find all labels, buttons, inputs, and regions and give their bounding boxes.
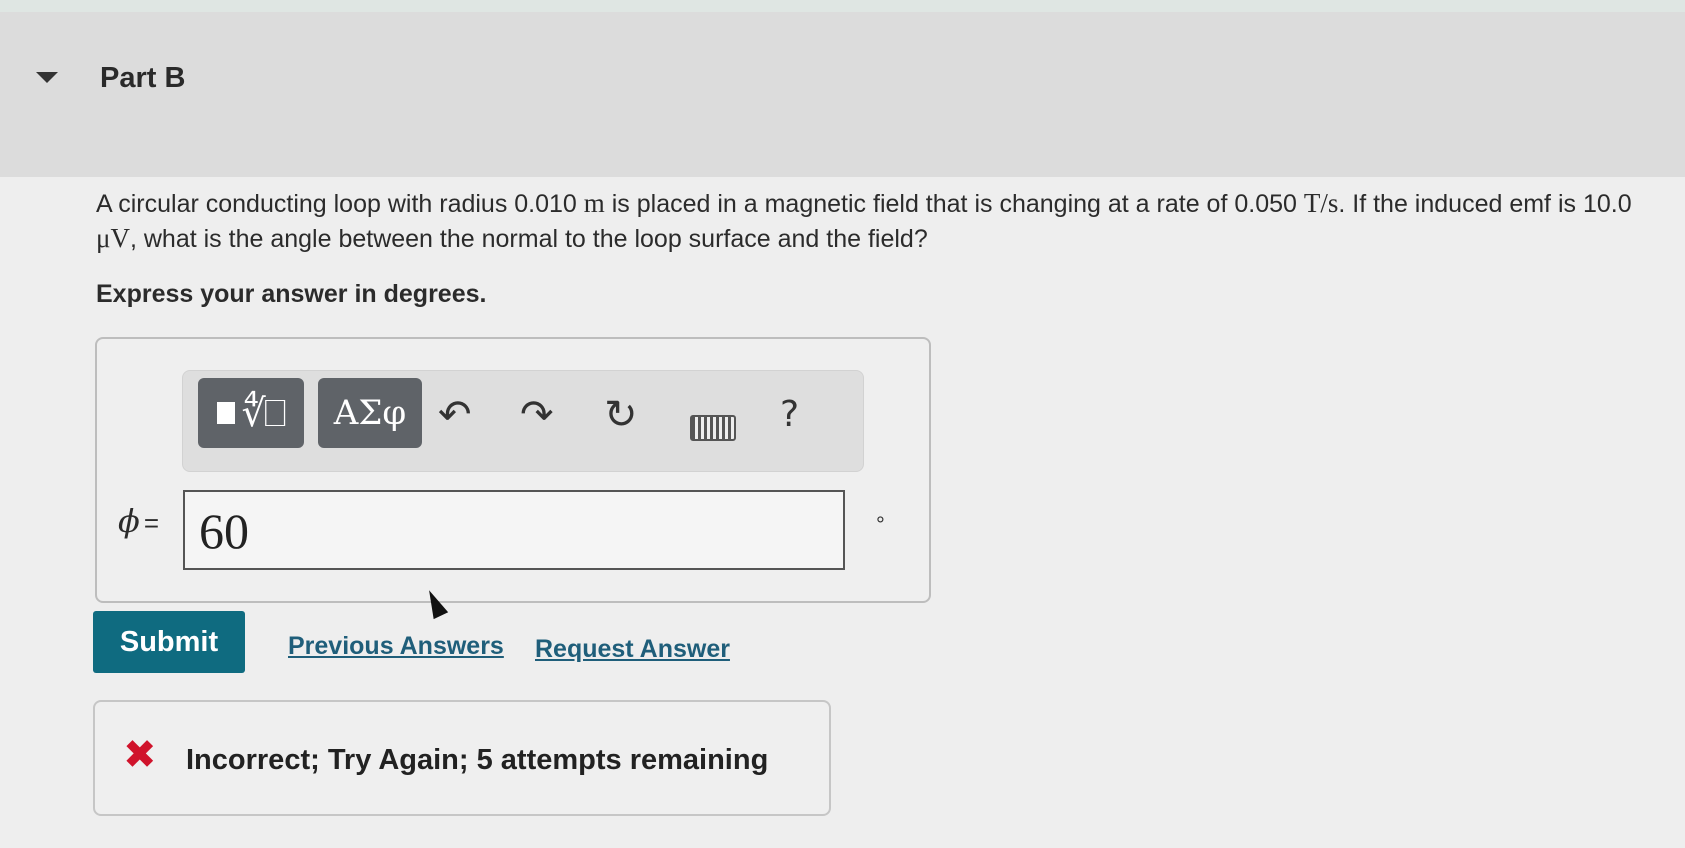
undo-icon[interactable]: ↶ bbox=[438, 395, 472, 435]
radical-template-icon: ∜⎕ bbox=[241, 390, 286, 435]
part-header bbox=[0, 12, 1685, 177]
answer-variable-label: ϕ = bbox=[118, 502, 159, 540]
degree-unit: ° bbox=[876, 512, 885, 537]
answer-instruction: Express your answer in degrees. bbox=[96, 280, 487, 308]
incorrect-x-icon: ✖ bbox=[123, 733, 157, 777]
request-answer-link[interactable]: Request Answer bbox=[535, 635, 730, 664]
collapse-caret-icon[interactable] bbox=[36, 72, 58, 83]
previous-answers-link[interactable]: Previous Answers bbox=[288, 632, 504, 661]
feedback-text: Incorrect; Try Again; 5 attempts remaini… bbox=[186, 744, 769, 776]
templates-button[interactable]: ∜⎕ bbox=[198, 378, 304, 448]
top-band bbox=[0, 0, 1685, 12]
reset-icon[interactable]: ↻ bbox=[604, 395, 638, 435]
submit-button[interactable]: Submit bbox=[93, 611, 245, 673]
part-title: Part B bbox=[100, 62, 186, 94]
placeholder-square-icon bbox=[217, 402, 236, 424]
help-button[interactable]: ? bbox=[780, 395, 799, 435]
question-text: A circular conducting loop with radius 0… bbox=[96, 188, 1632, 253]
greek-symbols-button[interactable]: ΑΣφ bbox=[318, 378, 422, 448]
redo-icon[interactable]: ↷ bbox=[520, 395, 554, 435]
answer-input[interactable]: 60 bbox=[183, 490, 845, 570]
keyboard-icon[interactable] bbox=[690, 415, 736, 441]
